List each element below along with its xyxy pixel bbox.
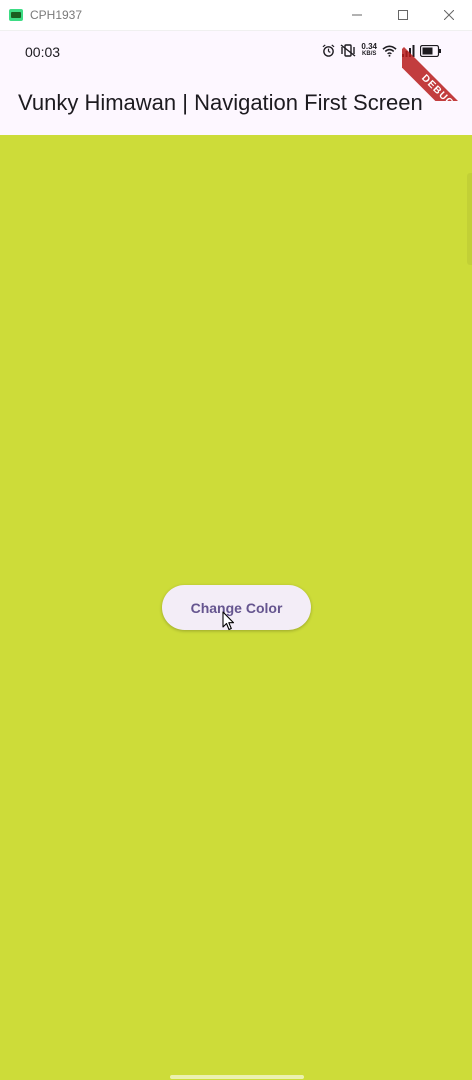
wifi-icon	[382, 45, 397, 57]
window-title: CPH1937	[30, 8, 83, 22]
maximize-icon	[398, 10, 408, 20]
minimize-button[interactable]	[334, 0, 380, 30]
signal-icon	[402, 44, 415, 57]
close-icon	[444, 10, 454, 20]
android-emulator-icon	[9, 9, 23, 21]
window-controls	[334, 0, 472, 30]
emulator-window: CPH1937 00:03 0.34 KB/S Vunky Himawan | …	[0, 0, 472, 1080]
close-button[interactable]	[426, 0, 472, 30]
network-speed: 0.34 KB/S	[361, 43, 377, 58]
vibrate-icon	[340, 44, 356, 57]
maximize-button[interactable]	[380, 0, 426, 30]
app-bar: Vunky Himawan | Navigation First Screen	[0, 73, 472, 136]
change-color-button[interactable]: Change Color	[162, 585, 311, 630]
home-indicator[interactable]	[170, 1075, 304, 1079]
alarm-icon	[322, 44, 335, 57]
page-title: Vunky Himawan | Navigation First Screen	[18, 90, 423, 115]
window-title-bar: CPH1937	[0, 0, 472, 31]
minimize-icon	[352, 14, 362, 16]
battery-icon	[420, 44, 441, 57]
color-body-area: Change Color	[0, 135, 472, 1080]
status-bar: 00:03 0.34 KB/S	[0, 31, 472, 73]
network-speed-unit: KB/S	[362, 51, 377, 57]
phone-screen: 00:03 0.34 KB/S Vunky Himawan | Navigati…	[0, 31, 472, 1080]
status-icons: 0.34 KB/S	[322, 43, 442, 58]
scroll-handle[interactable]	[467, 173, 472, 265]
status-time: 00:03	[25, 44, 61, 60]
network-speed-value: 0.34	[361, 42, 377, 51]
mouse-cursor-icon	[222, 611, 235, 631]
